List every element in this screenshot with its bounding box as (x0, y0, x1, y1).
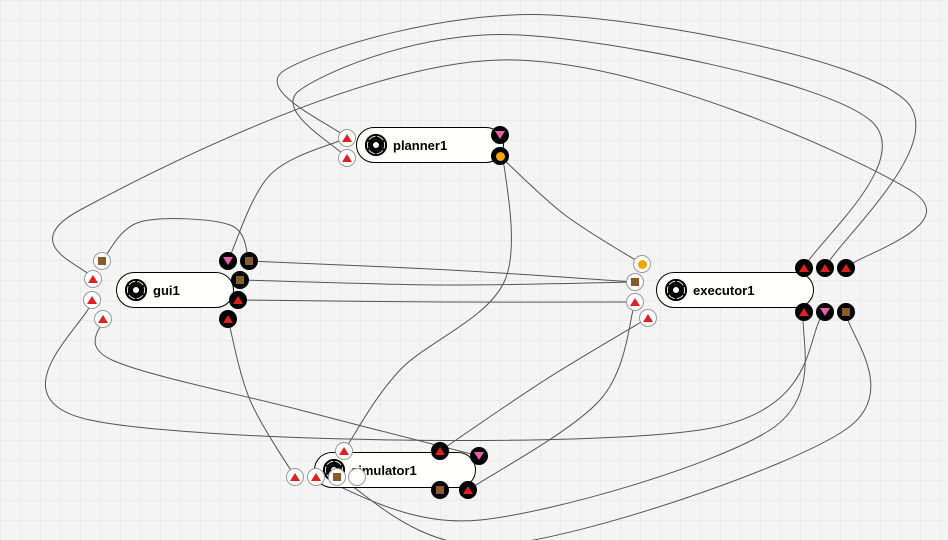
circle-icon (353, 473, 362, 482)
tri-up-icon (87, 296, 97, 304)
port-e-out-d[interactable] (795, 303, 813, 321)
port-g-out-b[interactable] (240, 252, 258, 270)
edge-p-out2-e-in-a (500, 156, 642, 264)
tri-up-icon (342, 134, 352, 142)
port-g-out-c[interactable] (231, 271, 249, 289)
square-icon (245, 257, 253, 265)
tri-down-icon (495, 131, 505, 139)
edge-s-out-a-e-in-d (440, 318, 648, 451)
tri-down-icon (820, 308, 830, 316)
node-label: executor1 (693, 283, 754, 298)
port-g-in-c[interactable] (83, 291, 101, 309)
aperture-icon (125, 279, 147, 301)
square-icon (631, 278, 639, 286)
node-label: gui1 (153, 283, 180, 298)
port-e-in-d[interactable] (639, 309, 657, 327)
square-icon (236, 276, 244, 284)
port-s-out-b[interactable] (470, 447, 488, 465)
port-g-out-e[interactable] (219, 310, 237, 328)
square-icon (842, 308, 850, 316)
edge-e-out-d-s-in-c (316, 312, 805, 521)
port-g-in-d[interactable] (94, 310, 112, 328)
port-s-out-d[interactable] (459, 481, 477, 499)
port-g-in-b[interactable] (84, 270, 102, 288)
edge-s-out-d-e-in-c (468, 302, 635, 490)
tri-up-icon (799, 264, 809, 272)
port-e-out-c[interactable] (837, 259, 855, 277)
tri-up-icon (630, 298, 640, 306)
circle-icon (638, 260, 647, 269)
graph-canvas[interactable]: { "nodes": [ { "id": "planner1", "label"… (0, 0, 948, 540)
port-e-in-a[interactable] (633, 255, 651, 273)
node-executor1[interactable]: executor1 (656, 272, 814, 308)
node-label: planner1 (393, 138, 447, 153)
port-s-in-d[interactable] (328, 468, 346, 486)
port-p-out1[interactable] (491, 126, 509, 144)
port-s-out-a[interactable] (431, 442, 449, 460)
port-p-in1[interactable] (338, 129, 356, 147)
tri-up-icon (820, 264, 830, 272)
edge-g-out-c-e-in-b (240, 280, 635, 285)
tri-up-icon (435, 447, 445, 455)
port-p-in2[interactable] (338, 149, 356, 167)
tri-up-icon (88, 275, 98, 283)
port-g-out-d[interactable] (229, 291, 247, 309)
edge-g-out-e-s-in-b (228, 319, 295, 477)
port-s-in-c[interactable] (307, 468, 325, 486)
aperture-icon (365, 134, 387, 156)
edge-g-out-a-p-in1 (228, 138, 347, 261)
node-planner1[interactable]: planner1 (356, 127, 504, 163)
aperture-icon (665, 279, 687, 301)
port-s-in-b[interactable] (286, 468, 304, 486)
edge-e-out-e-g-in-c (45, 300, 825, 440)
tri-up-icon (339, 447, 349, 455)
port-e-out-e[interactable] (816, 303, 834, 321)
tri-up-icon (98, 315, 108, 323)
tri-up-icon (463, 486, 473, 494)
edge-g-out-d-e-in-c (238, 300, 635, 302)
tri-up-icon (223, 315, 233, 323)
tri-up-icon (342, 154, 352, 162)
circle-icon (496, 152, 505, 161)
edge-s-out-b-g-in-d (95, 319, 479, 456)
port-e-out-b[interactable] (816, 259, 834, 277)
port-e-out-a[interactable] (795, 259, 813, 277)
port-s-in-e[interactable] (348, 468, 366, 486)
tri-up-icon (233, 296, 243, 304)
square-icon (436, 486, 444, 494)
tri-down-icon (223, 257, 233, 265)
port-e-in-b[interactable] (626, 273, 644, 291)
tri-up-icon (311, 473, 321, 481)
port-g-in-a[interactable] (93, 252, 111, 270)
square-icon (333, 473, 341, 481)
port-p-out2[interactable] (491, 147, 509, 165)
edge-g-out-b-e-in-b (249, 261, 635, 282)
tri-up-icon (643, 314, 653, 322)
tri-up-icon (841, 264, 851, 272)
tri-up-icon (290, 473, 300, 481)
port-e-in-c[interactable] (626, 293, 644, 311)
square-icon (98, 257, 106, 265)
edge-p-out1-s-in-a (344, 135, 511, 451)
port-s-out-c[interactable] (431, 481, 449, 499)
tri-down-icon (474, 452, 484, 460)
node-gui1[interactable]: gui1 (116, 272, 234, 308)
tri-up-icon (799, 308, 809, 316)
edge-e-out-c-g-in-b (52, 60, 926, 279)
port-s-in-a[interactable] (335, 442, 353, 460)
port-e-out-f[interactable] (837, 303, 855, 321)
port-g-out-a[interactable] (219, 252, 237, 270)
edge-e-out-f-s-in-d (337, 312, 871, 540)
